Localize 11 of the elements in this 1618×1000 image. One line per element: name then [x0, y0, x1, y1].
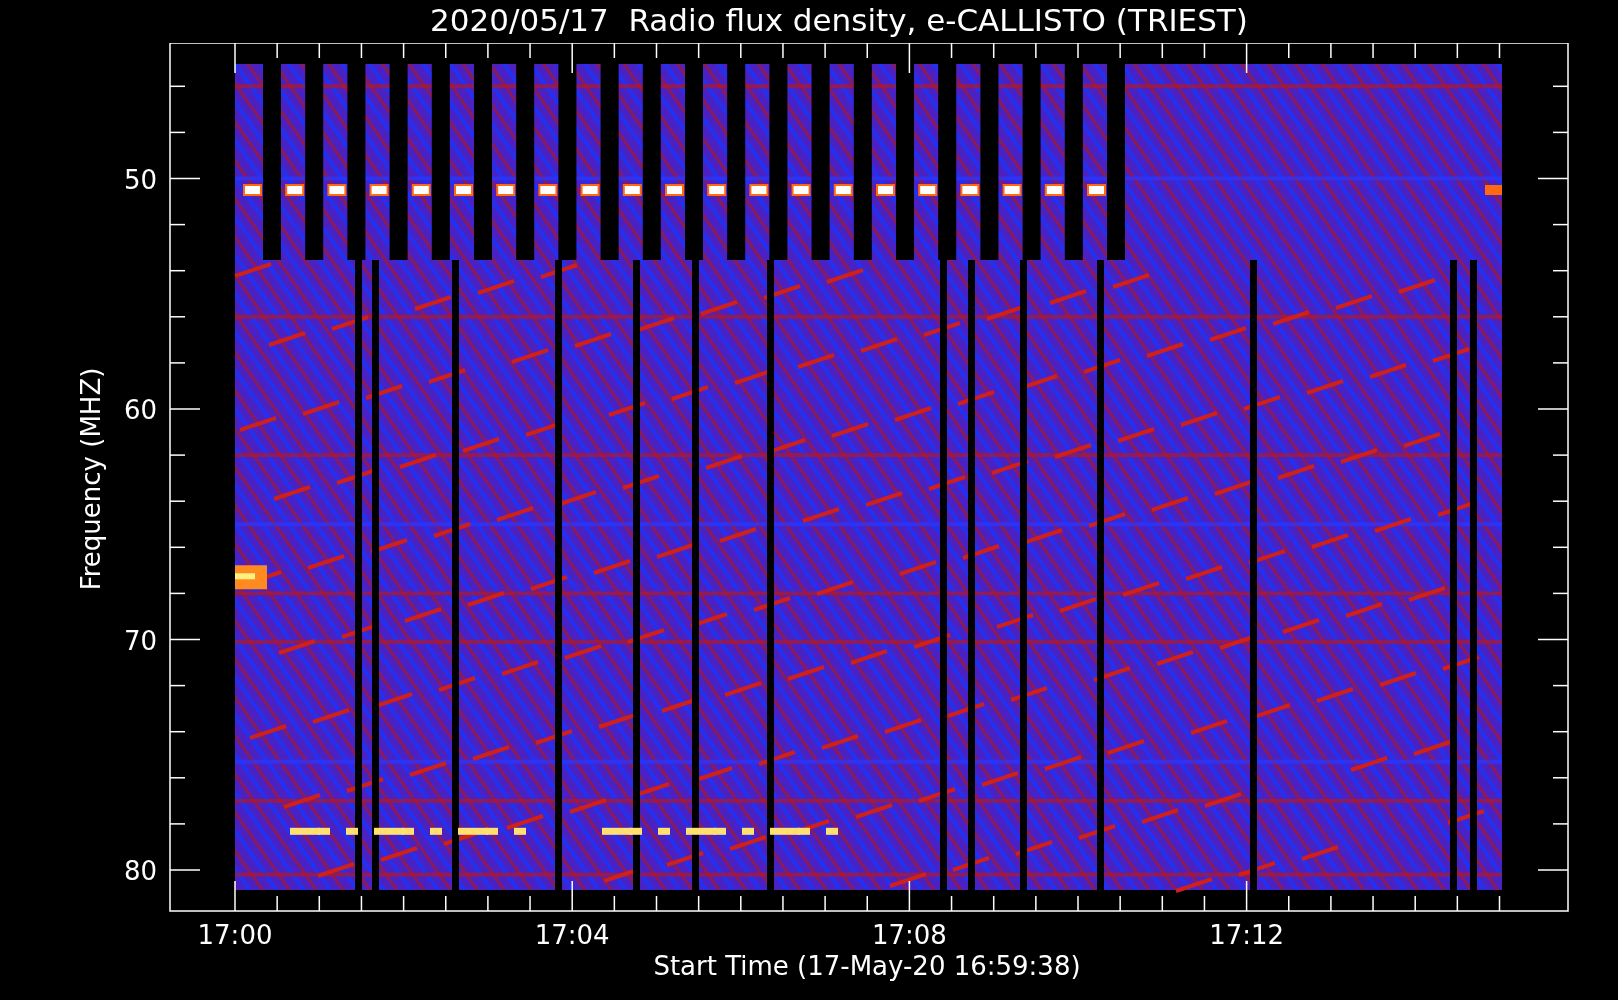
y-axis-label: Frequency (MHZ): [76, 367, 106, 591]
x-tick-label: 17:04: [534, 920, 610, 950]
x-axis-label: Start Time (17-May-20 16:59:38): [653, 951, 1081, 981]
y-tick-label: 50: [123, 164, 157, 195]
chart-title: 2020/05/17 Radio flux density, e-CALLISTO (TRIEST): [430, 1, 1248, 40]
x-tick-label: 17:00: [197, 920, 273, 950]
y-tick-label: 80: [123, 856, 157, 886]
y-tick-label: 60: [123, 395, 157, 425]
x-tick-label: 17:08: [871, 920, 947, 950]
x-tick-label: 17:12: [1209, 920, 1285, 950]
y-tick-label: 70: [123, 625, 157, 656]
